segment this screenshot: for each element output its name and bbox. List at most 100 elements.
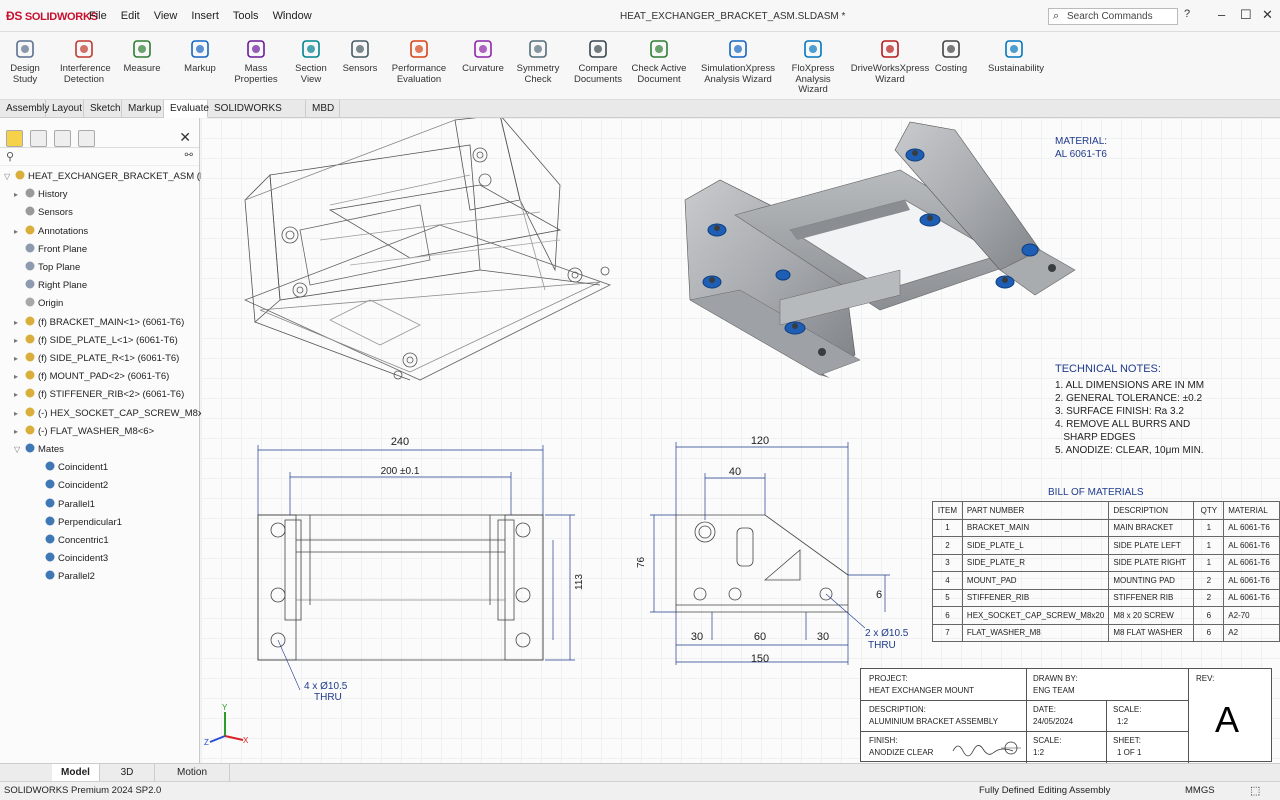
tab-addins[interactable]: SOLIDWORKS Add-Ins	[208, 100, 306, 131]
tab-mbd[interactable]: MBD	[306, 100, 340, 118]
bom-header-cell: QTY	[1193, 501, 1225, 520]
tree-item[interactable]: Sensors	[14, 204, 73, 222]
ribbon-btn-symmetry[interactable]: Symmetry Check	[512, 38, 564, 85]
expand-icon[interactable]: ▽	[4, 168, 14, 186]
tree-item[interactable]: ▽ Mates	[14, 441, 64, 459]
tab-model[interactable]: Model	[52, 764, 100, 782]
tree-item[interactable]: ▸ History	[14, 186, 68, 204]
ribbon-btn-section-view[interactable]: Section View	[290, 38, 332, 85]
tab-motion-study[interactable]: Motion Study 1	[155, 764, 230, 795]
expand-icon[interactable]: ▽	[14, 441, 24, 459]
tree-mate[interactable]: Concentric1	[34, 532, 109, 550]
property-manager-tab-icon[interactable]	[30, 130, 47, 147]
ribbon-btn-check[interactable]: Check Active Document	[630, 38, 688, 85]
bom-cell: 3	[932, 553, 963, 572]
tab-sketch[interactable]: Sketch	[84, 100, 122, 118]
expand-icon[interactable]: ▸	[14, 332, 24, 350]
graphics-area[interactable]: MATERIAL: AL 6061-T6 240 200 ±0.1 113 4 …	[201, 118, 1280, 763]
search-icon: ⌕	[1053, 10, 1060, 22]
ribbon-btn-costing[interactable]: Costing	[930, 38, 972, 75]
ribbon-btn-sensor[interactable]: Sensors	[338, 38, 382, 75]
ribbon-btn-curvature[interactable]: Curvature	[462, 38, 504, 75]
tree-mate[interactable]: Coincident2	[34, 477, 108, 495]
tree-item[interactable]: Front Plane	[14, 241, 87, 259]
close-panel-icon[interactable]: ✕	[179, 129, 191, 146]
bom-cell: 6	[932, 606, 963, 625]
menu-file[interactable]: File	[89, 10, 107, 22]
menu-window[interactable]: Window	[273, 10, 312, 22]
tree-item[interactable]: Origin	[14, 295, 63, 313]
expand-icon[interactable]: ▸	[14, 386, 24, 404]
tree-node-label: Concentric1	[58, 535, 109, 546]
driveworks-icon	[879, 38, 901, 60]
menu-insert[interactable]: Insert	[191, 10, 219, 22]
tree-item[interactable]: ▸ Annotations	[14, 223, 88, 241]
search-commands-input[interactable]: ⌕ Search Commands	[1048, 8, 1178, 25]
bom-row: 4 MOUNT_PAD MOUNTING PAD 2 AL 6061-T6	[932, 571, 1280, 590]
ribbon-btn-sustainability[interactable]: Sustainability	[988, 38, 1044, 75]
tree-item[interactable]: ▸ (-) FLAT_WASHER_M8<6>	[14, 423, 154, 441]
ribbon-btn-floxpress[interactable]: FloXpress Analysis Wizard	[780, 38, 846, 96]
tree-item[interactable]: ▸ (f) SIDE_PLATE_R<1> (6061-T6)	[14, 350, 179, 368]
tree-item[interactable]: ▸ (f) STIFFENER_RIB<2> (6061-T6)	[14, 386, 184, 404]
ribbon-btn-measure[interactable]: Measure	[120, 38, 164, 75]
tree-item[interactable]: ▸ (f) MOUNT_PAD<2> (6061-T6)	[14, 368, 169, 386]
ribbon-btn-interference[interactable]: Interference Detection	[60, 38, 111, 85]
tree-node-icon	[24, 242, 36, 254]
expand-icon[interactable]: ▸	[14, 405, 24, 423]
description-label: DESCRIPTION:	[869, 705, 926, 714]
minimize-icon[interactable]: –	[1218, 7, 1225, 22]
menu-view[interactable]: View	[154, 10, 178, 22]
bom-row: 3 SIDE_PLATE_R SIDE PLATE RIGHT 1 AL 6061-T6	[932, 553, 1280, 572]
help-icon[interactable]: ?	[1184, 8, 1190, 20]
ribbon-btn-simxpress[interactable]: SimulationXpress Analysis Wizard	[700, 38, 776, 85]
menu-edit[interactable]: Edit	[121, 10, 140, 22]
tree-root[interactable]: ▽ HEAT_EXCHANGER_BRACKET_ASM (Default)	[4, 168, 233, 186]
tree-item[interactable]: Right Plane	[14, 277, 87, 295]
expand-icon[interactable]: ▸	[14, 350, 24, 368]
expand-icon[interactable]: ▸	[14, 423, 24, 441]
status-units[interactable]: MMGS	[1185, 782, 1215, 800]
pin-icon[interactable]: ⁝	[282, 9, 286, 22]
tree-filter[interactable]: ⚲ ⚯	[0, 148, 199, 166]
ribbon-btn-driveworks[interactable]: DriveWorksXpress Wizard	[850, 38, 930, 85]
config-manager-tab-icon[interactable]	[54, 130, 71, 147]
expand-icon[interactable]: ▸	[14, 186, 24, 204]
ribbon-btn-mass-properties[interactable]: Mass Properties	[232, 38, 280, 85]
ribbon-btn-label: DriveWorksXpress Wizard	[850, 63, 930, 85]
maximize-icon[interactable]: ☐	[1240, 7, 1252, 23]
tree-mate[interactable]: Perpendicular1	[34, 514, 122, 532]
tree-item[interactable]: ▸ (f) BRACKET_MAIN<1> (6061-T6)	[14, 314, 184, 332]
menu-tools[interactable]: Tools	[233, 10, 259, 22]
finish-value: ANODIZE CLEAR	[869, 748, 934, 757]
display-manager-tab-icon[interactable]	[78, 130, 95, 147]
feature-tree-tab-icon[interactable]	[6, 130, 23, 147]
expand-icon[interactable]: ▸	[14, 314, 24, 332]
tab-assembly[interactable]: Assembly	[0, 100, 49, 118]
tab-3d-views[interactable]: 3D Views	[100, 764, 155, 795]
tree-mate[interactable]: Parallel2	[34, 568, 95, 586]
status-bar: SOLIDWORKS Premium 2024 SP2.0 Fully Defi…	[0, 781, 1280, 800]
tree-item[interactable]: ▸ (f) SIDE_PLATE_L<1> (6061-T6)	[14, 332, 178, 350]
status-help-icon[interactable]: ⬚	[1250, 782, 1260, 800]
tree-node-label: Coincident1	[58, 462, 109, 474]
tab-markup[interactable]: Markup	[122, 100, 164, 118]
expand-icon[interactable]: ▸	[14, 223, 24, 241]
ribbon-btn-design-study[interactable]: Design Study	[5, 38, 45, 85]
bom-cell: A2-70	[1223, 606, 1280, 625]
tree-mate[interactable]: Parallel1	[34, 496, 95, 514]
ribbon-btn-performance[interactable]: Performance Evaluation	[390, 38, 448, 85]
tab-evaluate[interactable]: Evaluate	[164, 100, 209, 118]
tree-node-label: Parallel2	[58, 571, 95, 583]
tab-layout[interactable]: Layout	[46, 100, 84, 118]
tree-mate[interactable]: Coincident3	[34, 550, 108, 568]
ribbon-btn-markup[interactable]: Markup	[180, 38, 220, 75]
tree-item[interactable]: Top Plane	[14, 259, 80, 277]
close-window-icon[interactable]: ✕	[1262, 7, 1273, 23]
solidworks-logo[interactable]: ƉS SOLIDWORKS	[6, 9, 98, 23]
ribbon-btn-compare[interactable]: Compare Documents	[570, 38, 626, 85]
tree-mate[interactable]: Coincident1	[34, 459, 108, 477]
filter-options-icon[interactable]: ⚯	[185, 150, 193, 161]
expand-icon[interactable]: ▸	[14, 368, 24, 386]
mass-properties-icon	[245, 38, 267, 60]
